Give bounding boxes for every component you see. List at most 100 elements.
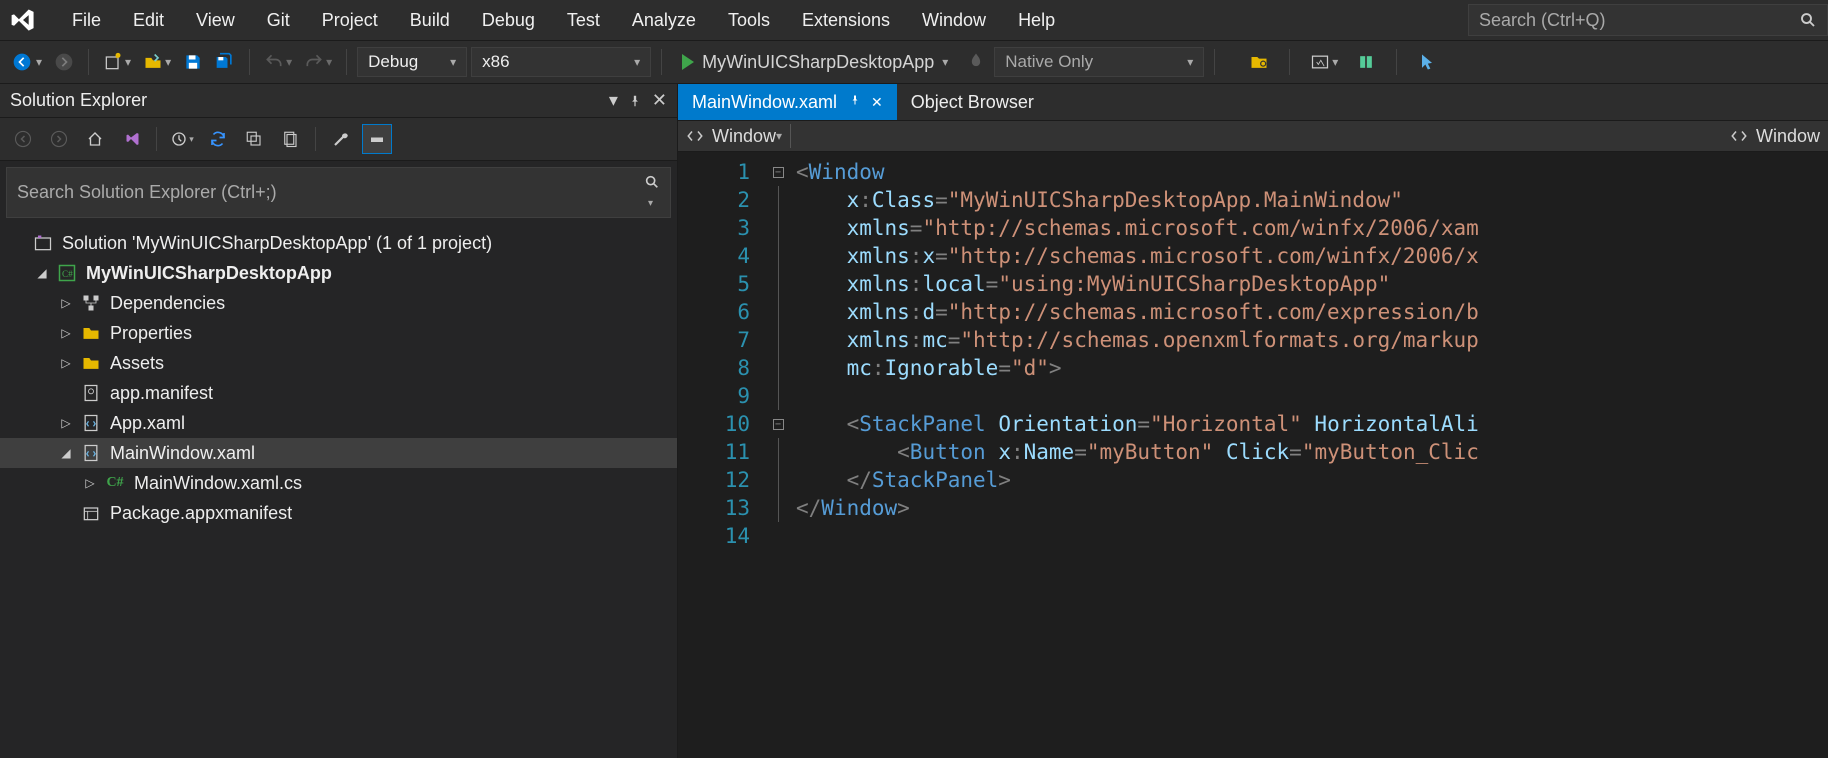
expand-icon: ▷ [84,476,96,490]
vs-logo-icon [8,5,38,35]
platform-dropdown[interactable]: x86 ▾ [471,47,651,77]
menu-file[interactable]: File [58,4,115,37]
collapse-all-button[interactable] [239,124,269,154]
tree-label: MainWindow.xaml.cs [134,473,302,494]
debugger-type-dropdown[interactable]: Native Only ▾ [994,47,1204,77]
new-item-button[interactable]: ▾ [99,46,135,78]
workspace: Solution Explorer ▾ ✕ ▾ [0,84,1828,758]
tree-label: Properties [110,323,192,344]
undo-button[interactable]: ▾ [260,46,296,78]
menu-test[interactable]: Test [553,4,614,37]
folder-icon [80,322,102,344]
manifest-icon [80,382,102,404]
home-button[interactable] [80,124,110,154]
csharp-project-icon: C# [56,262,78,284]
menu-debug[interactable]: Debug [468,4,549,37]
save-all-button[interactable] [211,46,239,78]
close-icon[interactable]: ✕ [652,90,667,111]
chevron-down-icon: ▾ [286,55,292,69]
menu-analyze[interactable]: Analyze [618,4,710,37]
solution-search[interactable]: Search Solution Explorer (Ctrl+;) ▾ [6,167,671,218]
chevron-down-icon: ▾ [942,55,948,69]
menu-window[interactable]: Window [908,4,1000,37]
chevron-down-icon: ▾ [165,55,171,69]
expand-icon: ▷ [60,296,72,310]
browse-button[interactable]: ▾ [1306,46,1342,78]
preview-selected-button[interactable] [362,124,392,154]
project-node[interactable]: ◢ C# MyWinUICSharpDesktopApp [0,258,677,288]
dependencies-icon [80,292,102,314]
nav-forward-button[interactable] [50,46,78,78]
tab-mainwindow-xaml[interactable]: MainWindow.xaml ✕ [678,84,897,120]
switch-views-button[interactable] [116,124,146,154]
debugger-type-label: Native Only [1005,52,1093,72]
appx-icon [80,502,102,524]
tree-item-properties[interactable]: ▷ Properties [0,318,677,348]
xaml-icon [80,442,102,464]
fold-column[interactable]: −− [768,152,788,758]
code-editor[interactable]: 1234567891011121314 −− <Window x:Class="… [678,152,1828,758]
chevron-down-icon[interactable]: ▾ [776,129,782,143]
expand-icon: ▷ [60,326,72,340]
tab-object-browser[interactable]: Object Browser [897,84,1048,120]
hot-reload-button[interactable] [962,46,990,78]
open-button[interactable]: ▾ [139,46,175,78]
tree-label: App.xaml [110,413,185,434]
tree-label: MyWinUICSharpDesktopApp [86,263,332,284]
nav-back-button[interactable]: ▾ [8,46,46,78]
properties-button[interactable] [326,124,356,154]
menu-view[interactable]: View [182,4,249,37]
breadcrumb-right-dropdown[interactable]: Window [1730,126,1820,147]
tree-item-mainwindow-xaml[interactable]: ◢ MainWindow.xaml [0,438,677,468]
start-target-label: MyWinUICSharpDesktopApp [702,52,934,73]
chevron-down-icon: ▾ [326,55,332,69]
find-in-files-button[interactable] [1245,46,1273,78]
sync-button[interactable] [203,124,233,154]
global-search[interactable]: Search (Ctrl+Q) [1468,4,1828,36]
chevron-down-icon: ▾ [125,55,131,69]
pin-icon[interactable] [849,94,861,111]
tree-item-app-xaml[interactable]: ▷ App.xaml [0,408,677,438]
chevron-down-icon: ▾ [634,55,640,69]
tree-item-assets[interactable]: ▷ Assets [0,348,677,378]
forward-button[interactable] [44,124,74,154]
menu-build[interactable]: Build [396,4,464,37]
menu-tools[interactable]: Tools [714,4,784,37]
tree-item-mainwindow-cs[interactable]: ▷ C# MainWindow.xaml.cs [0,468,677,498]
chevron-down-icon: ▾ [1187,55,1193,69]
save-button[interactable] [179,46,207,78]
window-position-icon[interactable]: ▾ [609,90,618,111]
cursor-button[interactable] [1413,46,1441,78]
config-dropdown[interactable]: Debug ▾ [357,47,467,77]
menu-git[interactable]: Git [253,4,304,37]
editor-area: MainWindow.xaml ✕ Object Browser Window … [678,84,1828,758]
show-all-files-button[interactable] [275,124,305,154]
tree-label: Package.appxmanifest [110,503,292,524]
pin-icon[interactable] [628,94,642,108]
redo-button[interactable]: ▾ [300,46,336,78]
menu-edit[interactable]: Edit [119,4,178,37]
global-search-placeholder: Search (Ctrl+Q) [1479,10,1799,31]
xaml-element-icon [1730,127,1748,145]
close-icon[interactable]: ✕ [871,94,883,111]
expand-icon: ◢ [36,266,48,280]
pending-changes-filter-button[interactable]: ▾ [167,124,197,154]
layout-button[interactable] [1352,46,1380,78]
main-toolbar: ▾ ▾ ▾ ▾ ▾ Debug ▾ x86 ▾ MyWinUICSharpDes… [0,40,1828,84]
tree-item-app-manifest[interactable]: app.manifest [0,378,677,408]
code-content[interactable]: <Window x:Class="MyWinUICSharpDesktopApp… [788,152,1828,758]
line-number-gutter: 1234567891011121314 [678,152,768,758]
tree-item-dependencies[interactable]: ▷ Dependencies [0,288,677,318]
menu-project[interactable]: Project [308,4,392,37]
toolbar-separator [249,49,250,75]
solution-node[interactable]: Solution 'MyWinUICSharpDesktopApp' (1 of… [0,228,677,258]
solution-explorer-header: Solution Explorer ▾ ✕ [0,84,677,117]
menu-extensions[interactable]: Extensions [788,4,904,37]
back-button[interactable] [8,124,38,154]
tree-item-package-appxmanifest[interactable]: Package.appxmanifest [0,498,677,528]
menu-help[interactable]: Help [1004,4,1069,37]
start-debug-button[interactable]: MyWinUICSharpDesktopApp ▾ [672,46,958,78]
breadcrumb-left-dropdown[interactable]: Window [686,126,776,147]
chevron-down-icon: ▾ [648,198,653,209]
toolbar-separator [315,127,316,151]
